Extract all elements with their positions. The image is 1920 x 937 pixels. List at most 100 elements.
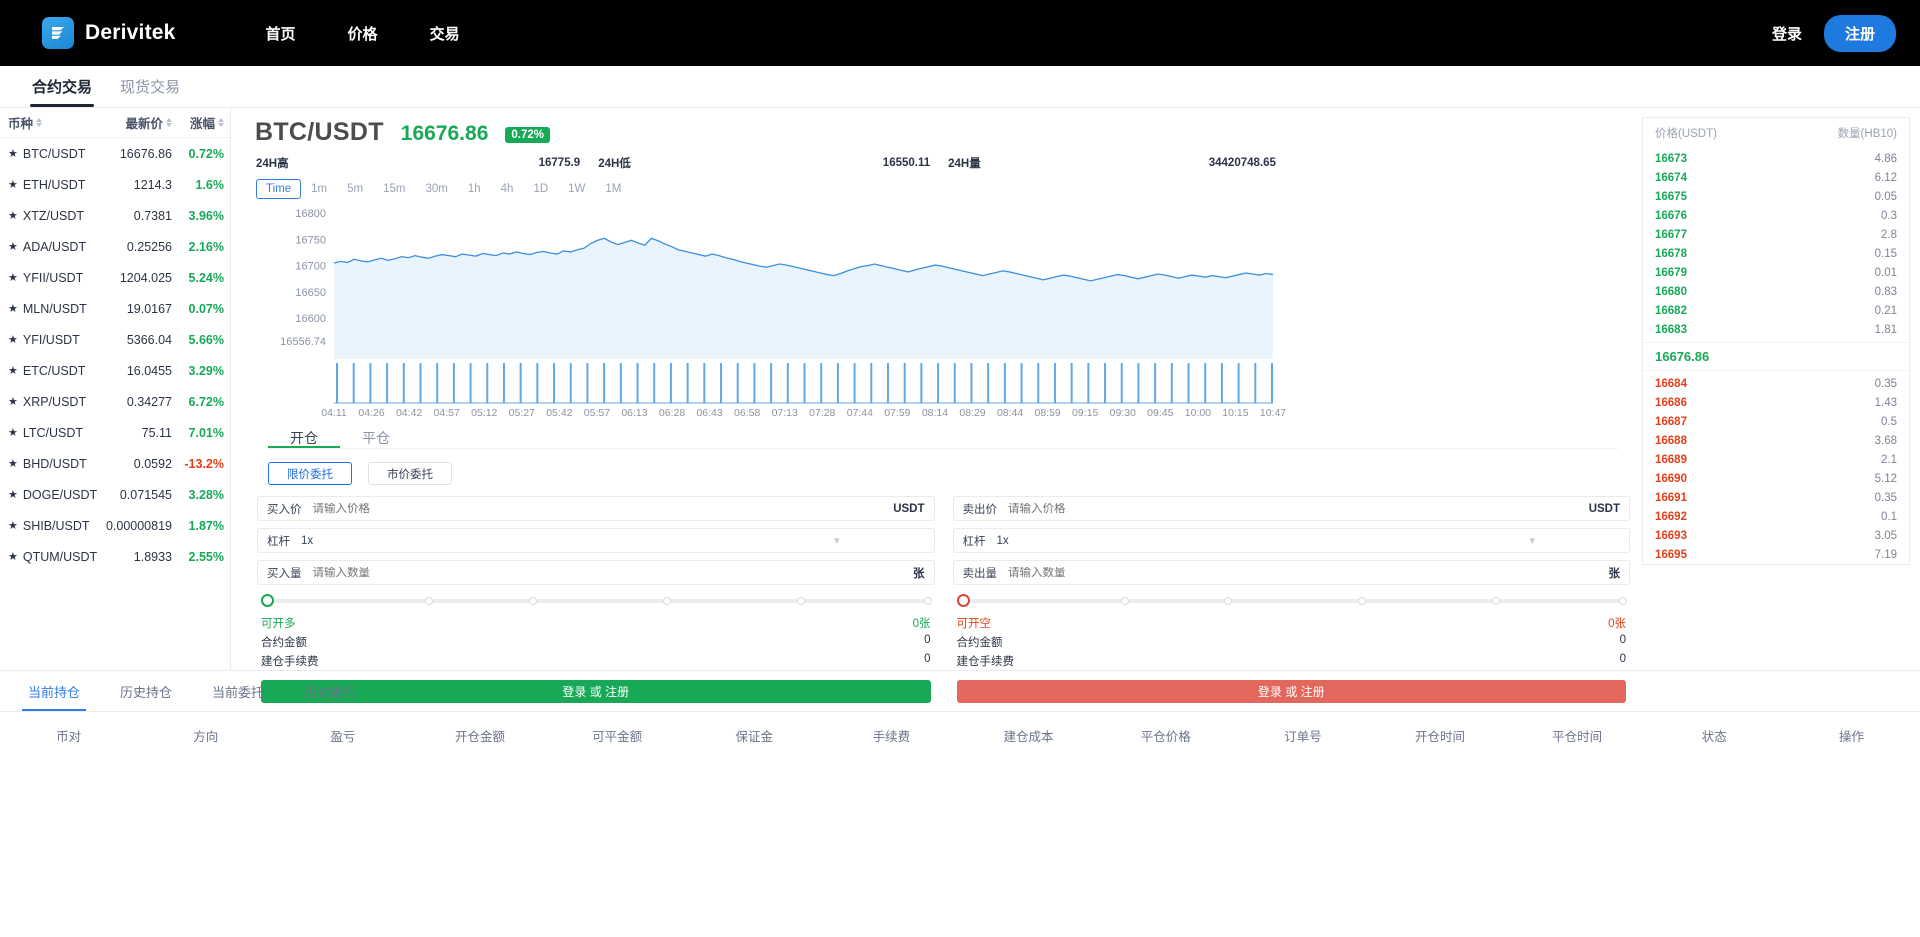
market-row-shib[interactable]: ★ SHIB/USDT 0.00000819 1.87%	[0, 510, 230, 541]
star-icon[interactable]: ★	[8, 333, 18, 346]
market-row-bhd[interactable]: ★ BHD/USDT 0.0592 -13.2%	[0, 448, 230, 479]
buy-amount-slider[interactable]	[261, 592, 932, 612]
timeframe-1m[interactable]: 1m	[301, 179, 338, 199]
order-book-row[interactable]: 16687 0.5	[1643, 412, 1909, 431]
star-icon[interactable]: ★	[8, 209, 18, 222]
order-book-row[interactable]: 16675 0.05	[1643, 187, 1909, 206]
market-row-ltc[interactable]: ★ LTC/USDT 75.11 7.01%	[0, 417, 230, 448]
market-row-qtum[interactable]: ★ QTUM/USDT 1.8933 2.55%	[0, 541, 230, 572]
star-icon[interactable]: ★	[8, 271, 18, 284]
market-row-yfi[interactable]: ★ YFI/USDT 5366.04 5.66%	[0, 324, 230, 355]
market-row-ada[interactable]: ★ ADA/USDT 0.25256 2.16%	[0, 231, 230, 262]
star-icon[interactable]: ★	[8, 457, 18, 470]
order-book-row[interactable]: 16693 3.05	[1643, 526, 1909, 545]
star-icon[interactable]: ★	[8, 178, 18, 191]
order-book-row[interactable]: 16683 1.81	[1643, 320, 1909, 339]
sell-price-field[interactable]: 卖出价 USDT	[952, 496, 1630, 521]
positions-tab-0[interactable]: 当前持仓	[8, 671, 100, 711]
login-link[interactable]: 登录	[1772, 23, 1802, 44]
sort-icon[interactable]	[36, 118, 43, 127]
timeframe-4h[interactable]: 4h	[490, 179, 524, 199]
timeframe-1m[interactable]: 1M	[595, 179, 632, 199]
star-icon[interactable]: ★	[8, 488, 18, 501]
market-row-xtz[interactable]: ★ XTZ/USDT 0.7381 3.96%	[0, 200, 230, 231]
sell-slider-handle[interactable]	[956, 594, 970, 607]
tab-open-position[interactable]: 开仓	[268, 428, 340, 448]
order-book-row[interactable]: 16695 7.19	[1643, 545, 1909, 564]
brand-logo-group[interactable]: Derivitek	[42, 17, 176, 49]
column-header-change[interactable]: 涨幅	[172, 113, 228, 132]
buy-amount-input[interactable]	[312, 566, 913, 579]
tab-spot-trading[interactable]: 现货交易	[106, 66, 194, 107]
order-book-row[interactable]: 16677 2.8	[1643, 225, 1909, 244]
order-book-row[interactable]: 16689 2.1	[1643, 450, 1909, 469]
buy-amount-field[interactable]: 买入量 张	[257, 560, 935, 585]
sell-amount-slider[interactable]	[956, 592, 1628, 612]
chart-volume-bar	[519, 363, 522, 403]
order-book-row[interactable]: 16686 1.43	[1643, 393, 1909, 412]
market-row-xrp[interactable]: ★ XRP/USDT 0.34277 6.72%	[0, 386, 230, 417]
order-book-row[interactable]: 16684 0.35	[1643, 374, 1909, 393]
order-book-row[interactable]: 16679 0.01	[1643, 263, 1909, 282]
star-icon[interactable]: ★	[8, 395, 18, 408]
star-icon[interactable]: ★	[8, 364, 18, 377]
market-row-mln[interactable]: ★ MLN/USDT 19.0167 0.07%	[0, 293, 230, 324]
column-header-symbol[interactable]: 币种	[0, 113, 96, 132]
order-book-row[interactable]: 16688 3.68	[1643, 431, 1909, 450]
order-book-row[interactable]: 16676 0.3	[1643, 206, 1909, 225]
chevron-down-icon[interactable]: ▾	[834, 534, 840, 547]
order-book-row[interactable]: 16691 0.35	[1643, 488, 1909, 507]
order-book-row[interactable]: 16682 0.21	[1643, 301, 1909, 320]
chart-x-tick-label: 08:59	[1034, 407, 1060, 418]
buy-price-field[interactable]: 买入价 USDT	[257, 496, 935, 521]
sell-amount-field[interactable]: 卖出量 张	[952, 560, 1630, 585]
positions-tab-1[interactable]: 历史持仓	[100, 671, 192, 711]
star-icon[interactable]: ★	[8, 147, 18, 160]
positions-tab-2[interactable]: 当前委托	[192, 671, 284, 711]
market-row-doge[interactable]: ★ DOGE/USDT 0.071545 3.28%	[0, 479, 230, 510]
order-type-market[interactable]: 市价委托	[368, 462, 452, 485]
positions-tab-3[interactable]: 历史委托	[284, 671, 376, 711]
star-icon[interactable]: ★	[8, 302, 18, 315]
timeframe-30m[interactable]: 30m	[415, 179, 458, 199]
star-icon[interactable]: ★	[8, 426, 18, 439]
chevron-down-icon[interactable]: ▾	[1529, 534, 1535, 547]
chart-volume-bar	[1104, 363, 1107, 403]
timeframe-1d[interactable]: 1D	[523, 179, 559, 199]
sell-login-or-register-button[interactable]: 登录 或 注册	[956, 680, 1626, 703]
order-book-row[interactable]: 16692 0.1	[1643, 507, 1909, 526]
market-row-yfii[interactable]: ★ YFII/USDT 1204.025 5.24%	[0, 262, 230, 293]
nav-link-trade[interactable]: 交易	[430, 23, 460, 44]
order-book-row[interactable]: 16678 0.15	[1643, 244, 1909, 263]
tab-futures-trading[interactable]: 合约交易	[18, 66, 106, 107]
market-list-rows: ★ BTC/USDT 16676.86 0.72% ★ ETH/USDT 1214.3 1.6…	[0, 138, 230, 572]
sell-amount-input[interactable]	[1008, 566, 1609, 579]
buy-leverage-select[interactable]: 杠杆 1x ▾	[257, 528, 935, 553]
order-book-row[interactable]: 16673 4.86	[1643, 149, 1909, 168]
star-icon[interactable]: ★	[8, 519, 18, 532]
timeframe-15m[interactable]: 15m	[373, 179, 416, 199]
order-book-row[interactable]: 16690 5.12	[1643, 469, 1909, 488]
order-type-limit[interactable]: 限价委托	[268, 462, 352, 485]
tab-close-position[interactable]: 平仓	[340, 428, 412, 448]
nav-link-prices[interactable]: 价格	[348, 23, 378, 44]
sell-leverage-select[interactable]: 杠杆 1x ▾	[952, 528, 1630, 553]
column-header-price[interactable]: 最新价	[96, 113, 172, 132]
sort-icon[interactable]	[218, 118, 224, 127]
timeframe-1h[interactable]: 1h	[457, 179, 491, 199]
buy-price-input[interactable]	[312, 502, 894, 515]
timeframe-1w[interactable]: 1W	[558, 179, 596, 199]
market-row-eth[interactable]: ★ ETH/USDT 1214.3 1.6%	[0, 169, 230, 200]
buy-slider-handle[interactable]	[261, 594, 274, 607]
timeframe-time[interactable]: Time	[256, 179, 302, 199]
sell-price-input[interactable]	[1008, 502, 1589, 515]
order-book-row[interactable]: 16680 0.83	[1643, 282, 1909, 301]
nav-link-home[interactable]: 首页	[266, 23, 296, 44]
register-button[interactable]: 注册	[1823, 14, 1896, 52]
market-row-btc[interactable]: ★ BTC/USDT 16676.86 0.72%	[0, 138, 230, 169]
market-row-etc[interactable]: ★ ETC/USDT 16.0455 3.29%	[0, 355, 230, 386]
star-icon[interactable]: ★	[8, 550, 18, 563]
star-icon[interactable]: ★	[8, 240, 18, 253]
order-book-row[interactable]: 16674 6.12	[1643, 168, 1909, 187]
timeframe-5m[interactable]: 5m	[337, 179, 374, 199]
